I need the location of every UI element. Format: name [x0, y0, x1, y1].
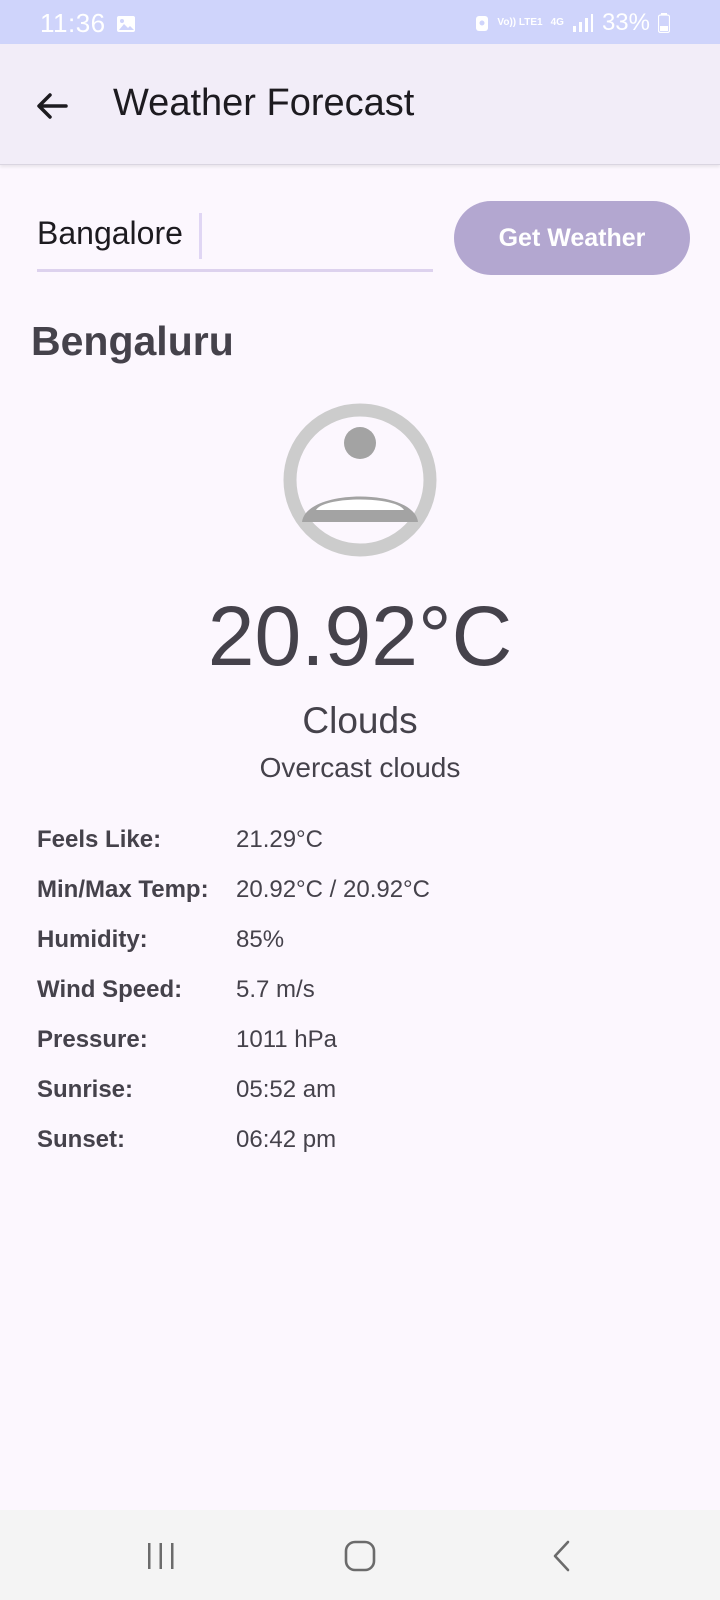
network-label: Vo)) LTE1 — [497, 17, 543, 28]
battery-percent: 33% — [601, 9, 650, 36]
detail-value: 5.7 m/s — [236, 976, 315, 1003]
detail-row-sunrise: Sunrise: 05:52 am — [37, 1076, 677, 1126]
text-caret — [199, 213, 202, 259]
system-nav-bar — [0, 1510, 720, 1600]
detail-label: Pressure: — [37, 1026, 148, 1053]
city-name: Bengaluru — [31, 318, 234, 364]
app-bar: Weather Forecast — [0, 44, 720, 165]
recent-apps-icon[interactable] — [146, 1542, 176, 1570]
battery-icon — [658, 13, 670, 33]
signal-icon — [572, 14, 593, 32]
detail-value: 20.92°C / 20.92°C — [236, 876, 430, 903]
temperature: 20.92°C — [207, 589, 513, 683]
get-weather-button[interactable]: Get Weather — [454, 201, 690, 275]
detail-row-humidity: Humidity: 85% — [37, 926, 677, 976]
cloud-icon — [283, 403, 437, 557]
image-notification-icon — [117, 16, 135, 32]
detail-row-min-max: Min/Max Temp: 20.92°C / 20.92°C — [37, 876, 677, 926]
arrow-back-icon[interactable] — [30, 84, 74, 128]
detail-label: Wind Speed: — [37, 976, 183, 1003]
detail-value: 05:52 am — [236, 1076, 337, 1103]
detail-value: 1011 hPa — [236, 1026, 337, 1053]
city-input-field[interactable] — [37, 207, 433, 272]
detail-label: Min/Max Temp: — [37, 876, 209, 903]
detail-label: Sunset: — [37, 1126, 126, 1153]
detail-row-sunset: Sunset: 06:42 pm — [37, 1126, 677, 1176]
home-icon[interactable] — [344, 1540, 376, 1572]
detail-value: 21.29°C — [236, 826, 323, 853]
back-icon[interactable] — [550, 1540, 574, 1572]
detail-row-feels-like: Feels Like: 21.29°C — [37, 826, 677, 876]
status-bar: 11:36 Vo)) LTE1 4G 33% — [0, 0, 720, 44]
detail-value: 06:42 pm — [236, 1126, 337, 1153]
detail-label: Humidity: — [37, 926, 148, 953]
city-input[interactable] — [37, 215, 197, 252]
weather-main: Clouds — [302, 700, 418, 741]
detail-row-pressure: Pressure: 1011 hPa — [37, 1026, 677, 1076]
status-time: 11:36 — [40, 8, 106, 38]
page-title: Weather Forecast — [113, 82, 415, 124]
weather-description: Overcast clouds — [259, 752, 461, 783]
detail-value: 85% — [236, 926, 285, 953]
detail-label: Sunrise: — [37, 1076, 134, 1103]
vpn-key-icon — [476, 16, 489, 31]
network-type: 4G — [550, 17, 564, 28]
status-right: Vo)) LTE1 4G 33% — [475, 8, 670, 38]
detail-label: Feels Like: — [37, 826, 162, 853]
weather-details: Feels Like: 21.29°C Min/Max Temp: 20.92°… — [37, 826, 677, 1176]
detail-row-wind-speed: Wind Speed: 5.7 m/s — [37, 976, 677, 1026]
